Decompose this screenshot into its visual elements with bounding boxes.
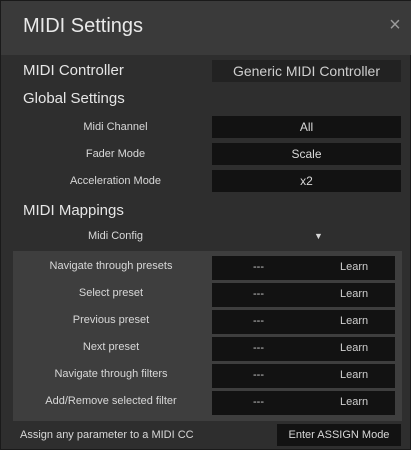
fader-mode-label: Fader Mode: [85, 148, 146, 160]
mapping-cc-value: ---: [253, 261, 264, 273]
learn-button[interactable]: Learn: [340, 261, 368, 273]
mapping-row: Select preset --- Learn: [13, 283, 402, 307]
learn-button[interactable]: Learn: [340, 288, 368, 300]
mapping-control: --- Learn: [212, 283, 395, 307]
learn-button[interactable]: Learn: [340, 369, 368, 381]
mapping-row: Navigate through filters --- Learn: [13, 364, 402, 388]
learn-button[interactable]: Learn: [340, 396, 368, 408]
mapping-control: --- Learn: [212, 364, 395, 388]
mapping-control: --- Learn: [212, 391, 395, 415]
mapping-row: Add/Remove selected filter --- Learn: [13, 391, 402, 415]
acceleration-mode-select[interactable]: x2: [212, 170, 401, 192]
mappings-panel: Navigate through presets --- Learn Selec…: [13, 251, 402, 421]
enter-assign-mode-button[interactable]: Enter ASSIGN Mode: [277, 424, 401, 446]
midi-config-label: Midi Config: [87, 230, 144, 242]
close-icon[interactable]: ×: [385, 15, 405, 35]
mapping-cc-value: ---: [253, 315, 264, 327]
learn-button[interactable]: Learn: [340, 315, 368, 327]
mapping-control: --- Learn: [212, 310, 395, 334]
midi-controller-label: MIDI Controller: [23, 62, 124, 79]
mapping-row: Navigate through presets --- Learn: [13, 256, 402, 280]
midi-controller-select[interactable]: Generic MIDI Controller: [212, 60, 401, 82]
mapping-control: --- Learn: [212, 256, 395, 280]
acceleration-mode-label: Acceleration Mode: [69, 175, 162, 187]
mapping-label: Add/Remove selected filter: [45, 395, 177, 407]
mapping-label: Select preset: [78, 287, 144, 299]
mapping-cc-value: ---: [253, 288, 264, 300]
mapping-control: --- Learn: [212, 337, 395, 361]
learn-button[interactable]: Learn: [340, 342, 368, 354]
fader-mode-select[interactable]: Scale: [212, 143, 401, 165]
midi-channel-label: Midi Channel: [83, 121, 148, 133]
mapping-cc-value: ---: [253, 342, 264, 354]
mapping-label: Next preset: [82, 341, 140, 353]
dialog-title: MIDI Settings: [23, 15, 144, 37]
midi-channel-select[interactable]: All: [212, 116, 401, 138]
mapping-row: Next preset --- Learn: [13, 337, 402, 361]
midi-config-dropdown-icon[interactable]: ▼: [314, 231, 323, 241]
mapping-label: Navigate through filters: [54, 368, 168, 380]
midi-settings-dialog: MIDI Settings × MIDI Controller Generic …: [0, 0, 411, 450]
mapping-label: Navigate through presets: [49, 260, 173, 272]
midi-mappings-heading: MIDI Mappings: [23, 202, 124, 219]
assign-hint: Assign any parameter to a MIDI CC: [20, 429, 194, 441]
mapping-row: Previous preset --- Learn: [13, 310, 402, 334]
global-settings-heading: Global Settings: [23, 90, 125, 107]
title-bar: MIDI Settings ×: [1, 1, 411, 55]
mapping-cc-value: ---: [253, 396, 264, 408]
mapping-cc-value: ---: [253, 369, 264, 381]
mapping-label: Previous preset: [72, 314, 150, 326]
